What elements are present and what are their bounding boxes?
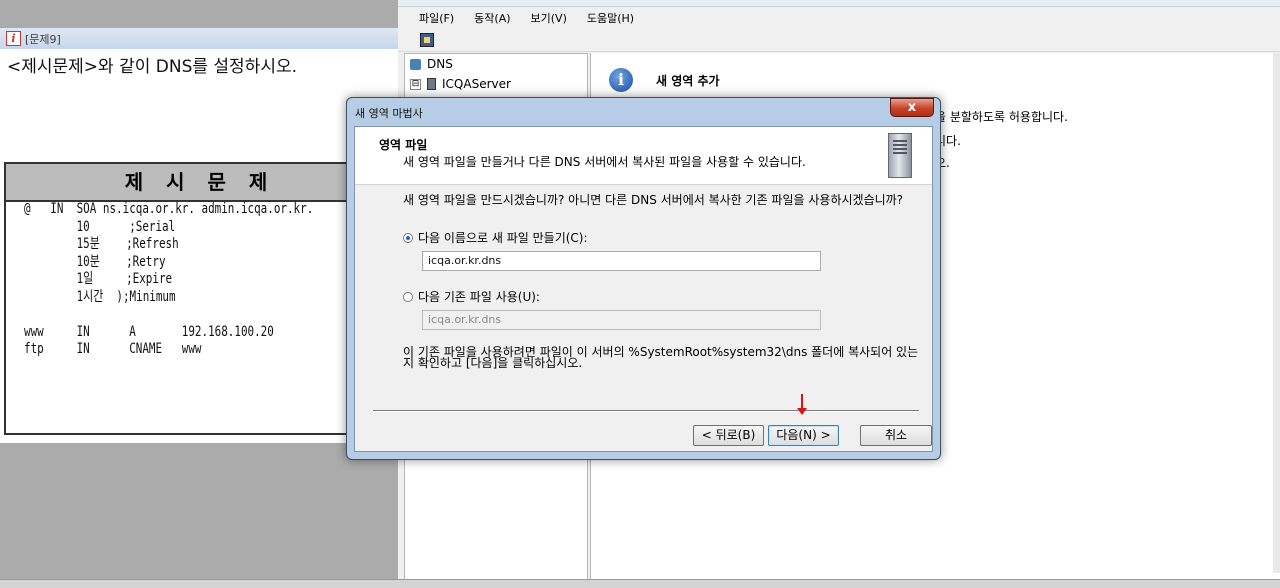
zone-file-question: 새 영역 파일을 만드시겠습니까? 아니면 다른 DNS 서버에서 복사한 기존… bbox=[403, 193, 904, 207]
details-line: 을 분할하도록 허용합니다. bbox=[935, 110, 1068, 124]
cancel-button[interactable]: 취소 bbox=[860, 425, 932, 446]
tree-item-dns-label: DNS bbox=[427, 57, 453, 71]
wizard-title: 새 영역 마법사 bbox=[355, 107, 423, 120]
close-button[interactable]: x bbox=[890, 98, 934, 117]
question-body: <제시문제>와 같이 DNS를 설정하시오. 제 시 문 제 @ IN SOA … bbox=[0, 49, 398, 443]
menu-bar: 파일(F) 동작(A) 보기(V) 도움말(H) bbox=[398, 7, 1280, 29]
radio-use-existing-file[interactable]: 다음 기존 파일 사용(U): bbox=[403, 288, 540, 305]
question-window: i [문제9] <제시문제>와 같이 DNS를 설정하시오. 제 시 문 제 @… bbox=[0, 0, 398, 587]
wizard-page-subtitle: 새 영역 파일을 만들거나 다른 DNS 서버에서 복사된 파일을 사용할 수 … bbox=[403, 155, 806, 169]
menu-action[interactable]: 동작(A) bbox=[474, 10, 510, 26]
toolbar bbox=[398, 30, 1280, 52]
zone-record-text: @ IN SOA ns.icqa.or.kr. admin.icqa.or.kr… bbox=[24, 201, 314, 357]
vertical-scrollbar[interactable] bbox=[1273, 53, 1280, 573]
details-title: 새 영역 추가 bbox=[656, 74, 720, 88]
tree-item-server[interactable]: ⊟ ICQAServer bbox=[410, 77, 511, 91]
given-problem-heading: 제 시 문 제 bbox=[6, 164, 394, 202]
wizard-header: 영역 파일 새 영역 파일을 만들거나 다른 DNS 서버에서 복사된 파일을 … bbox=[355, 127, 932, 185]
question-titlebar: i [문제9] bbox=[0, 28, 398, 50]
button-separator bbox=[373, 410, 919, 412]
tree-item-dns[interactable]: DNS bbox=[410, 57, 453, 71]
existing-file-name-input: icqa.or.kr.dns bbox=[422, 310, 821, 330]
wizard-page-title: 영역 파일 bbox=[379, 138, 428, 152]
question-prompt: <제시문제>와 같이 DNS를 설정하시오. bbox=[7, 57, 298, 77]
radio-unselected-icon[interactable] bbox=[403, 291, 413, 302]
radio-use-existing-label[interactable]: 다음 기존 파일 사용(U): bbox=[418, 288, 540, 305]
tree-item-server-label: ICQAServer bbox=[442, 77, 511, 91]
radio-create-new-file[interactable]: 다음 이름으로 새 파일 만들기(C): bbox=[403, 229, 588, 246]
dns-icon bbox=[410, 58, 421, 70]
server-icon bbox=[427, 78, 436, 90]
console-tree-icon[interactable] bbox=[420, 33, 434, 47]
new-file-name-input[interactable]: icqa.or.kr.dns bbox=[422, 251, 821, 271]
next-button[interactable]: 다음(N) > bbox=[768, 425, 839, 446]
existing-file-note: 이 기존 파일을 사용하려면 파일이 이 서버의 %SystemRoot%sys… bbox=[403, 345, 919, 370]
new-zone-wizard-dialog: 새 영역 마법사 x 영역 파일 새 영역 파일을 만들거나 다른 DNS 서버… bbox=[346, 97, 941, 460]
radio-create-new-label[interactable]: 다음 이름으로 새 파일 만들기(C): bbox=[418, 229, 588, 246]
info-icon: i bbox=[609, 68, 633, 92]
question-app-icon: i bbox=[6, 31, 21, 46]
radio-selected-icon[interactable] bbox=[403, 232, 413, 243]
menu-help[interactable]: 도움말(H) bbox=[587, 10, 634, 26]
red-arrow-indicator bbox=[797, 394, 807, 415]
given-problem-box: 제 시 문 제 @ IN SOA ns.icqa.or.kr. admin.ic… bbox=[4, 162, 396, 435]
menu-view[interactable]: 보기(V) bbox=[531, 10, 567, 26]
server-tower-icon bbox=[888, 133, 912, 178]
wizard-content: 영역 파일 새 영역 파일을 만들거나 다른 DNS 서버에서 복사된 파일을 … bbox=[354, 126, 933, 452]
collapse-icon[interactable]: ⊟ bbox=[410, 78, 421, 90]
menu-file[interactable]: 파일(F) bbox=[419, 10, 454, 26]
back-button[interactable]: < 뒤로(B) bbox=[693, 425, 764, 446]
question-window-title: [문제9] bbox=[25, 32, 61, 46]
